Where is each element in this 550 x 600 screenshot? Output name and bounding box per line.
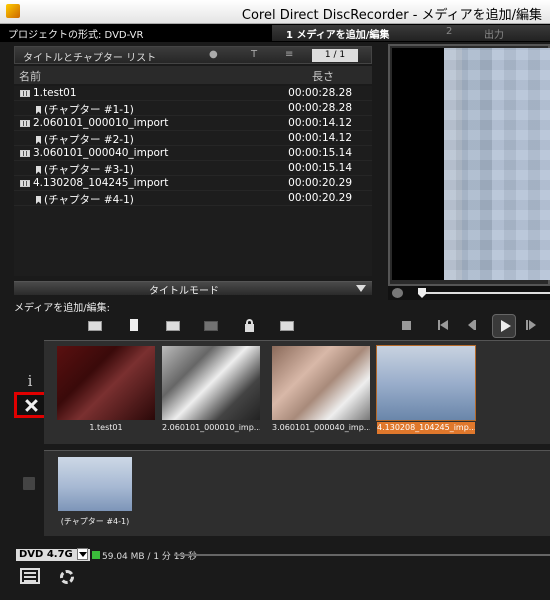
chapter-thumbnail[interactable] [58,457,132,511]
list-row-title[interactable]: 2.060101_000010_import 00:00:14.12 [14,116,372,131]
text-icon[interactable]: T [251,50,261,60]
list-row-chapter[interactable]: (チャプター #2-1) 00:00:14.12 [14,131,372,146]
volume-icon[interactable] [392,288,403,298]
bottom-toolbar [14,566,114,588]
bookmark-icon [36,196,41,204]
thumbnail-caption: 2.060101_000010_imp... [162,423,260,432]
row-duration: 00:00:28.28 [288,87,352,99]
list-title: タイトルとチャプター リスト [23,53,157,64]
title-chapter-list: 1.test01 00:00:28.28 (チャプター #1-1) 00:00:… [14,86,372,276]
thumbnail-caption-selected: 4.130208_104245_imp... [377,422,475,434]
row-name: (チャプター #4-1) [36,192,134,207]
bookmark-icon [36,166,41,174]
media-toolbar [14,314,372,338]
row-duration: 00:00:15.14 [288,162,352,174]
settings-gear-icon[interactable] [54,568,78,586]
edit-media-icon[interactable] [164,318,182,334]
row-duration: 00:00:15.14 [288,147,352,159]
settings-icon[interactable]: ● [209,50,219,60]
list-row-title[interactable]: 4.130208_104245_import 00:00:20.29 [14,176,372,191]
list-row-title[interactable]: 3.060101_000040_import 00:00:15.14 [14,146,372,161]
project-header: プロジェクトの形式: DVD-VR 1 メディアを追加/編集 2 出力 [0,24,550,42]
seek-track[interactable] [420,292,550,294]
add-media-label: メディアを追加/編集: [14,303,111,314]
info-icon[interactable]: i [22,372,38,390]
step-output[interactable]: 出力 [484,26,504,41]
status-bar: DVD 4.7G 59.04 MB / 1 分 19 秒 [14,548,550,562]
row-duration: 00:00:20.29 [288,177,352,189]
row-name: 2.060101_000010_import [20,117,168,129]
window-title: Corel Direct DiscRecorder - メディアを追加/編集 [241,8,542,23]
list-row-chapter[interactable]: (チャプター #4-1) 00:00:20.29 [14,191,372,206]
row-name: (チャプター #3-1) [36,162,134,177]
project-format: プロジェクトの形式: DVD-VR [8,30,144,41]
row-name: (チャプター #1-1) [36,102,134,117]
app-icon [6,4,20,18]
delete-button[interactable] [14,392,48,418]
title-icon [20,89,30,97]
window-titlebar: Corel Direct DiscRecorder - メディアを追加/編集 [0,0,550,24]
row-duration: 00:00:28.28 [288,102,352,114]
list-row-chapter[interactable]: (チャプター #3-1) 00:00:15.14 [14,161,372,176]
column-length[interactable]: 長さ [312,68,334,84]
menu-icon[interactable]: ≡ [285,50,295,60]
row-name: (チャプター #2-1) [36,132,134,147]
rewind-icon[interactable] [468,320,480,330]
export-icon[interactable] [278,318,296,334]
step-2[interactable]: 2 [446,26,452,37]
video-preview [392,48,550,280]
thumbnail-caption: 3.060101_000040_imp... [272,423,370,432]
lock-icon[interactable] [240,318,258,334]
seek-bar[interactable] [388,286,550,300]
bookmark-icon [36,106,41,114]
seek-thumb[interactable] [418,288,426,298]
step-navigation: 1 メディアを追加/編集 2 出力 [272,25,550,41]
row-name: 4.130208_104245_import [20,177,168,189]
title-icon [20,149,30,157]
play-icon[interactable] [492,314,516,338]
title-thumbnail[interactable] [162,346,260,420]
title-icon [20,179,30,187]
list-row-title[interactable]: 1.test01 00:00:28.28 [14,86,372,101]
title-mode-dropdown[interactable]: タイトルモード [14,281,372,297]
capacity-indicator [92,551,100,559]
chevron-down-icon [356,285,366,292]
row-duration: 00:00:14.12 [288,117,352,129]
previous-icon[interactable] [438,320,448,330]
trash-icon[interactable] [23,477,35,490]
next-icon[interactable] [526,320,538,330]
column-name[interactable]: 名前 [19,68,41,84]
title-mode-label: タイトルモード [149,286,219,297]
page-indicator: 1 / 1 [312,49,358,62]
list-row-chapter[interactable]: (チャプター #1-1) 00:00:28.28 [14,101,372,116]
title-thumbnail[interactable] [272,346,370,420]
title-thumbnail[interactable] [57,346,155,420]
transport-controls [388,312,550,340]
bookmark-icon [36,136,41,144]
row-name: 1.test01 [20,87,77,99]
capacity-track [174,554,550,556]
chapter-caption: (チャプター #4-1) [60,517,130,526]
capture-video-icon[interactable] [86,318,104,334]
chapter-edit-icon[interactable] [202,318,220,334]
title-thumbnail-selected[interactable] [376,345,476,421]
list-header: タイトルとチャプター リスト ● T ≡ 1 / 1 [14,46,372,64]
title-icon [20,119,30,127]
row-name: 3.060101_000040_import [20,147,168,159]
import-file-icon[interactable] [124,318,142,334]
list-column-headers: 名前 長さ [14,66,372,84]
step-add-edit[interactable]: 1 メディアを追加/編集 [286,26,389,41]
thumbnail-caption: 1.test01 [89,423,123,432]
menu-list-icon[interactable] [20,568,40,584]
chevron-down-icon[interactable] [77,548,88,560]
row-duration: 00:00:14.12 [288,132,352,144]
row-duration: 00:00:20.29 [288,192,352,204]
stop-icon[interactable] [402,321,411,330]
